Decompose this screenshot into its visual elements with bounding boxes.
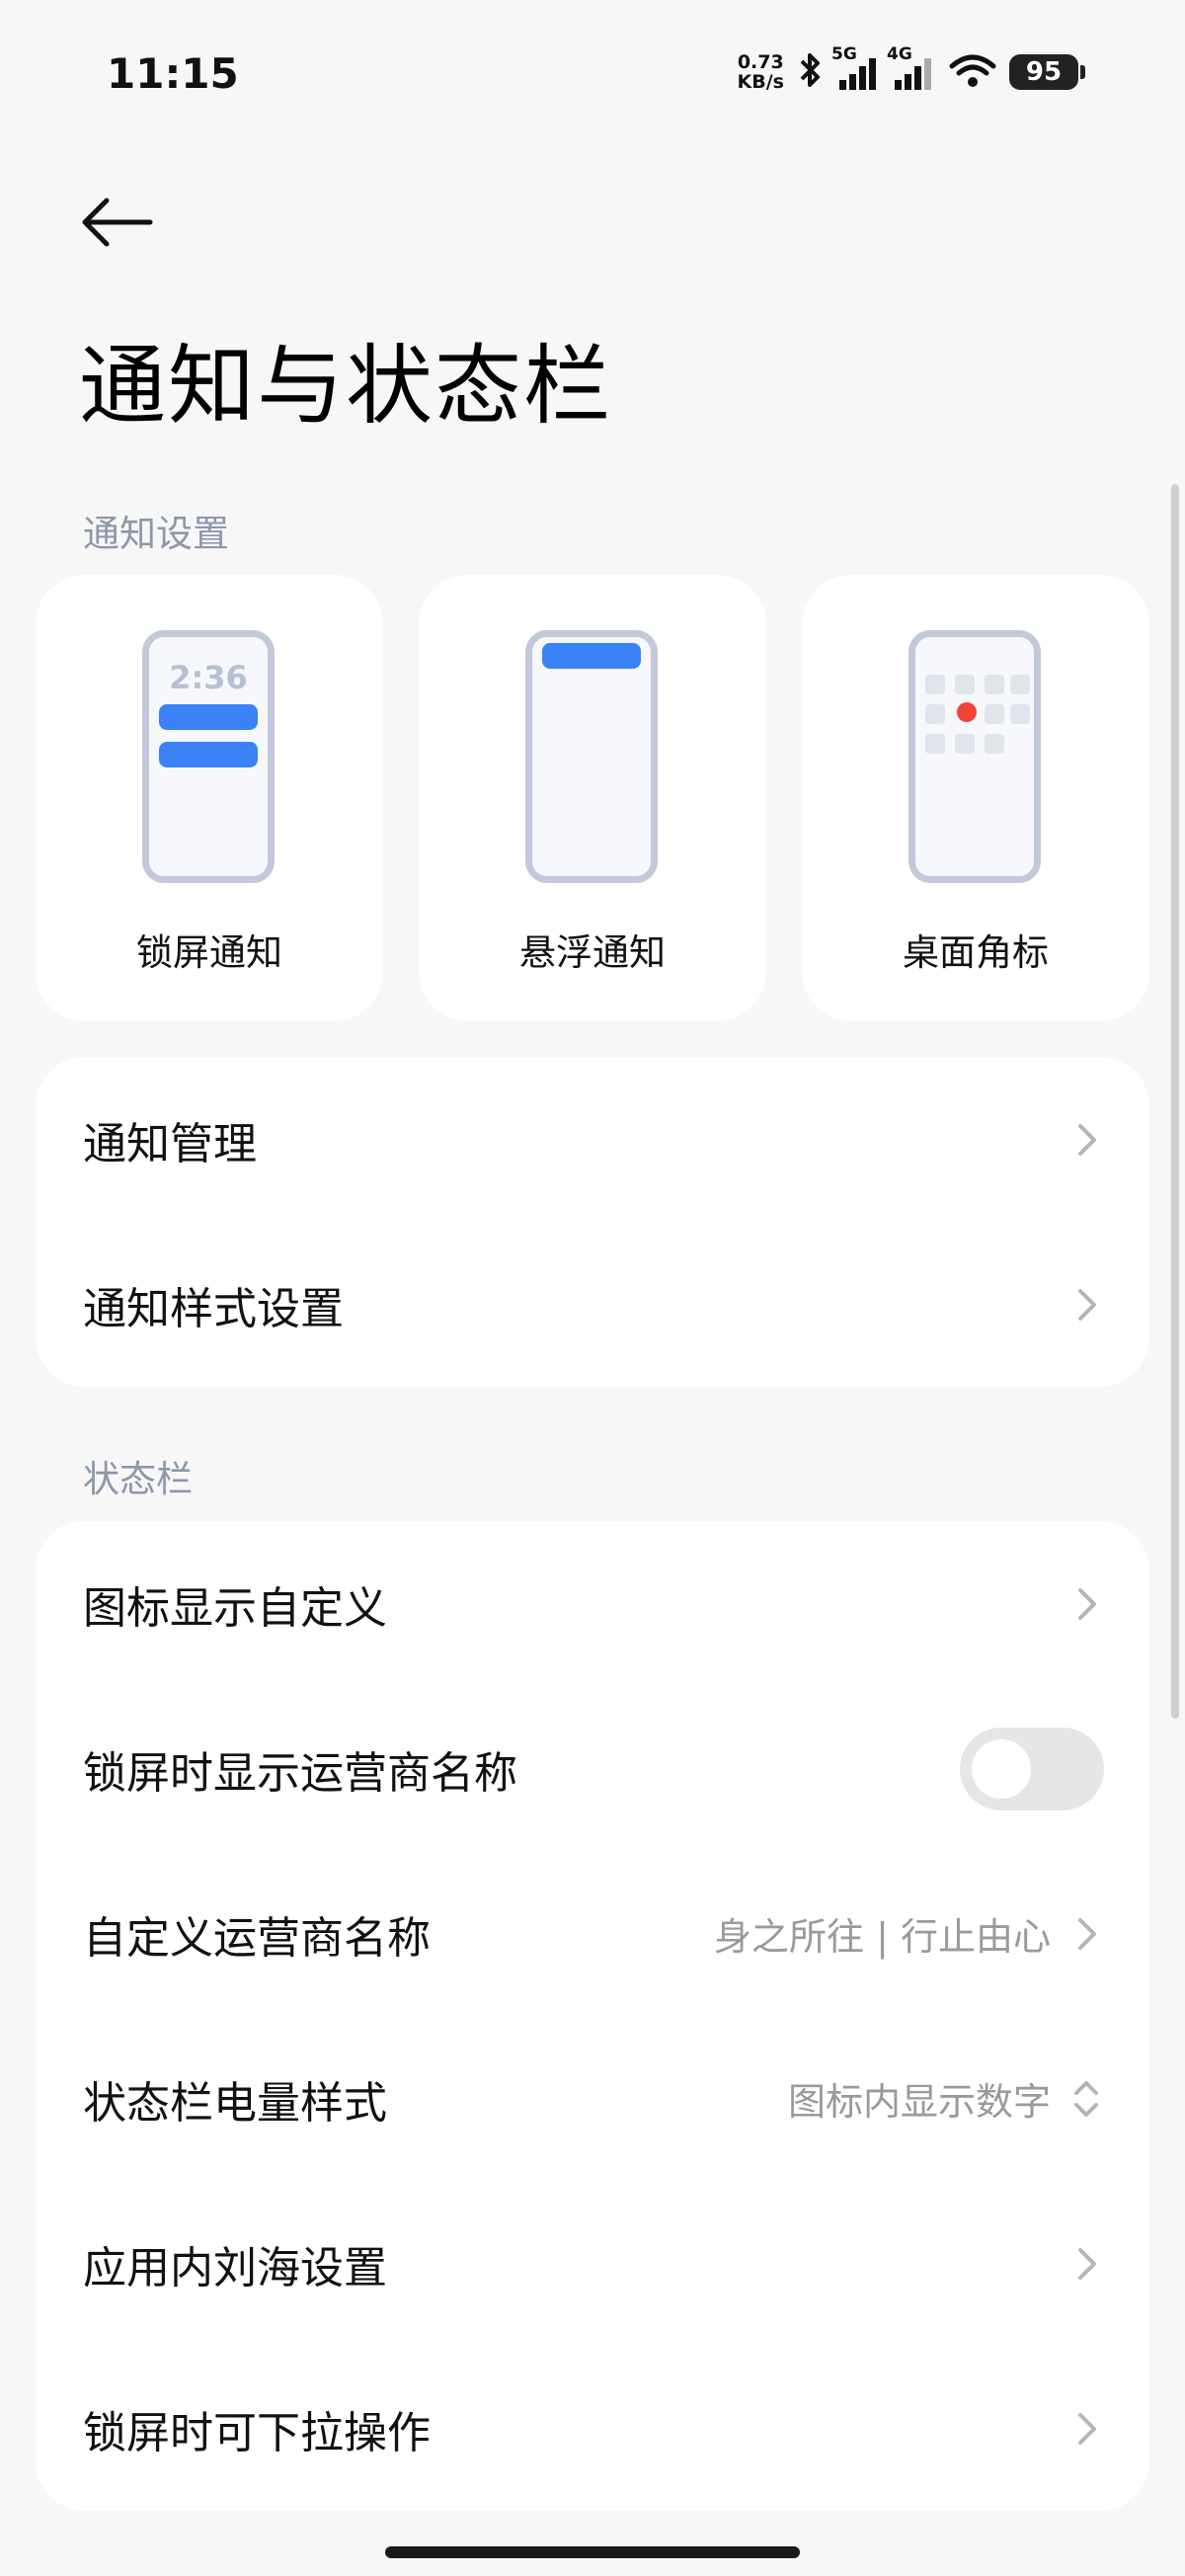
battery-icon: 95 xyxy=(1009,54,1085,90)
signal-icon-5g: 5G xyxy=(831,44,881,92)
card-label: 悬浮通知 xyxy=(519,931,666,974)
floating-phone-illustration xyxy=(525,630,658,883)
app-icon-placeholder xyxy=(955,675,975,694)
row-label: 通知样式设置 xyxy=(83,1283,344,1334)
status-icons: 0.73 KB/s 5G 4G 95 xyxy=(738,44,1085,95)
row-label: 锁屏时显示运营商名称 xyxy=(83,1747,517,1799)
network-type-4g: 4G xyxy=(887,44,912,64)
chevron-right-icon xyxy=(1078,1123,1096,1156)
row-label: 状态栏电量样式 xyxy=(83,2077,387,2129)
floating-notification-card[interactable]: 悬浮通知 xyxy=(419,575,766,1021)
back-button[interactable] xyxy=(79,188,158,257)
badge-phone-illustration xyxy=(908,630,1041,883)
app-icon-placeholder xyxy=(1010,675,1030,694)
row-label: 自定义运营商名称 xyxy=(83,1912,431,1964)
wifi-icon xyxy=(948,50,997,94)
app-icon-placeholder xyxy=(985,675,1004,694)
list-item-notification-management[interactable]: 通知管理 xyxy=(36,1057,1149,1222)
phone-clock: 2:36 xyxy=(169,659,248,696)
list-item-custom-carrier-name[interactable]: 自定义运营商名称 身之所往 | 行止由心 xyxy=(36,1851,1149,2016)
signal-icon-4g: 4G xyxy=(887,44,936,92)
battery-level: 95 xyxy=(1025,57,1063,87)
status-bar: 11:15 0.73 KB/s 5G 4G 95 xyxy=(0,0,1185,148)
lockscreen-phone-illustration: 2:36 xyxy=(142,630,275,883)
list-item-show-carrier-lockscreen: 锁屏时显示运营商名称 xyxy=(36,1686,1149,1851)
network-speed-unit: KB/s xyxy=(737,71,784,93)
row-label: 图标显示自定义 xyxy=(83,1582,387,1634)
network-type-5g: 5G xyxy=(831,44,857,64)
list-item-notification-style[interactable]: 通知样式设置 xyxy=(36,1222,1149,1387)
notification-bar xyxy=(159,704,258,730)
section-label-notification: 通知设置 xyxy=(83,513,229,555)
network-speed-value: 0.73 xyxy=(737,51,784,73)
card-label: 锁屏通知 xyxy=(136,931,282,974)
row-value: 图标内显示数字 xyxy=(787,2080,1051,2124)
app-icon-placeholder xyxy=(955,734,975,754)
home-indicator[interactable] xyxy=(385,2546,800,2558)
row-label: 应用内刘海设置 xyxy=(83,2242,387,2294)
app-icon-placeholder xyxy=(985,704,1004,724)
notification-settings-group: 通知管理 通知样式设置 xyxy=(36,1057,1149,1387)
list-item-icon-customize[interactable]: 图标显示自定义 xyxy=(36,1521,1149,1686)
carrier-name-toggle[interactable] xyxy=(960,1727,1104,1811)
page-title: 通知与状态栏 xyxy=(79,335,613,437)
notification-bar xyxy=(542,643,641,669)
scrollbar[interactable] xyxy=(1171,484,1179,1719)
card-label: 桌面角标 xyxy=(903,931,1049,974)
row-label: 通知管理 xyxy=(83,1118,257,1169)
row-value: 身之所往 | 行止由心 xyxy=(714,1915,1051,1959)
status-time: 11:15 xyxy=(107,49,239,98)
toggle-knob xyxy=(972,1738,1031,1799)
chevron-right-icon xyxy=(1078,1587,1096,1620)
bluetooth-icon xyxy=(796,50,826,94)
list-item-notch-settings[interactable]: 应用内刘海设置 xyxy=(36,2181,1149,2346)
app-badge-card[interactable]: 桌面角标 xyxy=(802,575,1149,1021)
chevron-up-down-icon xyxy=(1074,2080,1098,2117)
lockscreen-notification-card[interactable]: 2:36 锁屏通知 xyxy=(36,575,383,1021)
app-icon-placeholder xyxy=(1010,704,1030,724)
row-label: 锁屏时可下拉操作 xyxy=(83,2407,431,2458)
chevron-right-icon xyxy=(1078,2247,1096,2280)
list-item-lockscreen-pulldown[interactable]: 锁屏时可下拉操作 xyxy=(36,2346,1149,2511)
app-icon-placeholder xyxy=(925,675,945,694)
app-icon-placeholder xyxy=(925,704,945,724)
network-speed: 0.73 KB/s xyxy=(738,52,784,92)
back-arrow-icon xyxy=(82,198,153,247)
chevron-right-icon xyxy=(1078,1288,1096,1321)
statusbar-settings-group: 图标显示自定义 锁屏时显示运营商名称 自定义运营商名称 身之所往 | 行止由心 … xyxy=(36,1521,1149,2511)
badge-dot xyxy=(957,702,977,722)
chevron-right-icon xyxy=(1078,2412,1096,2445)
chevron-right-icon xyxy=(1078,1917,1096,1950)
app-icon-placeholder xyxy=(925,734,945,754)
list-item-battery-style[interactable]: 状态栏电量样式 图标内显示数字 xyxy=(36,2016,1149,2181)
notification-bar xyxy=(159,742,258,767)
section-label-statusbar: 状态栏 xyxy=(83,1458,193,1500)
notification-cards: 2:36 锁屏通知 悬浮通知 桌面角标 xyxy=(36,575,1149,1021)
app-icon-placeholder xyxy=(985,734,1004,754)
